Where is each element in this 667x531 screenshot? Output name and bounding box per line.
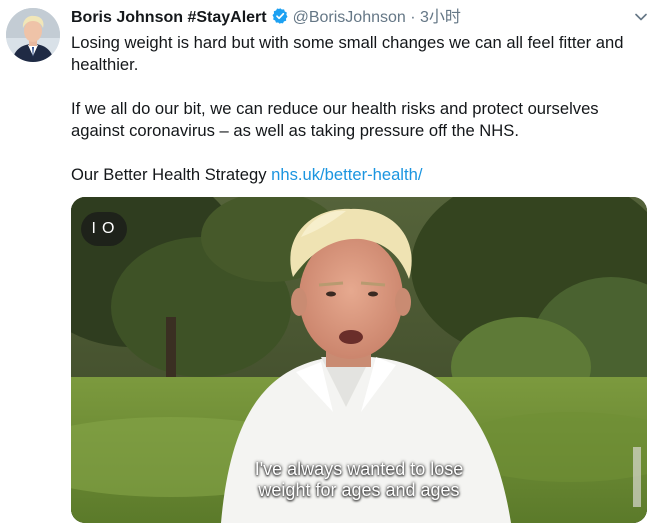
verified-badge-icon <box>271 7 289 32</box>
video-subtitles: I've always wanted to lose weight for ag… <box>71 459 647 501</box>
subtitle-line-1: I've always wanted to lose <box>254 459 464 479</box>
author-handle[interactable]: @BorisJohnson <box>293 9 406 26</box>
strategy-text: Our Better Health Strategy <box>71 165 267 184</box>
tweet-paragraph-3: Our Better Health Strategy nhs.uk/better… <box>71 164 656 186</box>
chevron-down-icon[interactable] <box>633 9 649 25</box>
tweet-paragraph-1: Losing weight is hard but with some smal… <box>71 33 624 74</box>
nhs-link[interactable]: nhs.uk/better-health/ <box>271 165 422 184</box>
video-player[interactable]: IO I've always wanted to lose weight for… <box>71 197 647 523</box>
subtitle-line-2: weight for ages and ages <box>258 480 460 500</box>
separator-dot: · <box>410 9 416 26</box>
tweet-header: Boris Johnson #StayAlert @BorisJohnson · … <box>71 7 647 29</box>
tweet[interactable]: Boris Johnson #StayAlert @BorisJohnson · … <box>0 0 667 531</box>
avatar-image <box>6 8 60 62</box>
avatar[interactable] <box>6 8 60 62</box>
tweet-text: Losing weight is hard but with some smal… <box>71 32 656 186</box>
author-name[interactable]: Boris Johnson #StayAlert <box>71 9 267 26</box>
tweet-paragraph-2: If we all do our bit, we can reduce our … <box>71 99 599 140</box>
tweet-timestamp[interactable]: 3小时 <box>420 9 461 26</box>
channel-logo-badge: IO <box>81 212 127 246</box>
